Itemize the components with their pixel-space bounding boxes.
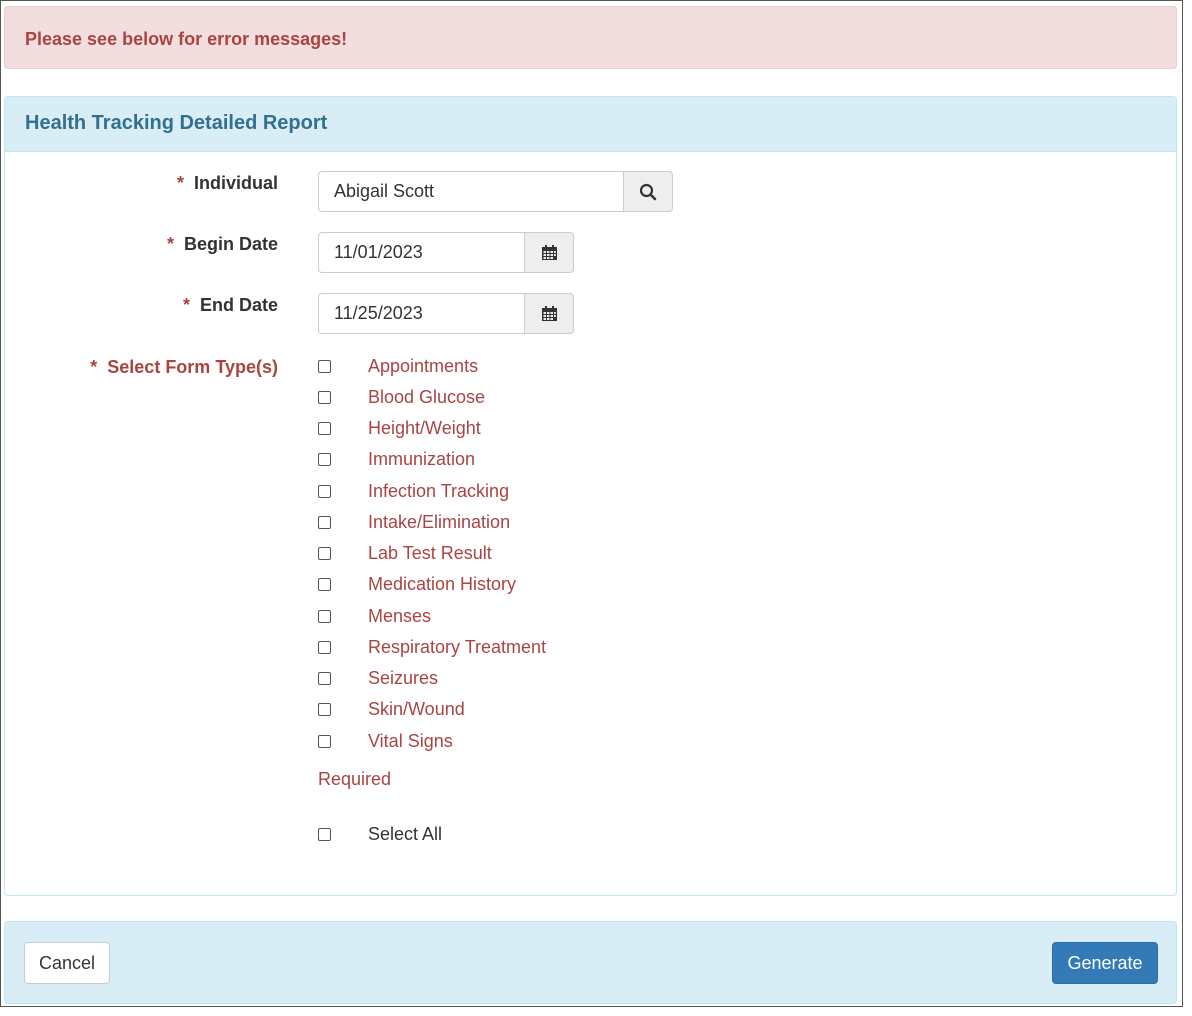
report-panel: Health Tracking Detailed Report * Individ… bbox=[4, 96, 1177, 896]
end-date-calendar-button[interactable] bbox=[525, 293, 574, 334]
form-type-label[interactable]: Appointments bbox=[368, 356, 478, 377]
end-date-input[interactable]: 11/25/2023 bbox=[318, 293, 525, 334]
form-type-label[interactable]: Skin/Wound bbox=[368, 699, 465, 720]
form-type-checkbox[interactable] bbox=[318, 360, 331, 373]
form-type-checkbox[interactable] bbox=[318, 578, 331, 591]
begin-date-input[interactable]: 11/01/2023 bbox=[318, 232, 525, 273]
form-type-checkbox[interactable] bbox=[318, 422, 331, 435]
end-date-label: * End Date bbox=[182, 295, 278, 315]
form-types-error: Required bbox=[318, 769, 392, 789]
individual-input-group: Abigail Scott bbox=[318, 171, 673, 212]
form-type-checkbox[interactable] bbox=[318, 703, 331, 716]
form-type-label[interactable]: Medication History bbox=[368, 574, 516, 595]
form-type-label[interactable]: Vital Signs bbox=[368, 731, 453, 752]
select-all-label[interactable]: Select All bbox=[368, 824, 442, 845]
begin-date-calendar-button[interactable] bbox=[525, 232, 574, 273]
generate-button[interactable]: Generate bbox=[1052, 942, 1158, 984]
form-type-label[interactable]: Intake/Elimination bbox=[368, 512, 510, 533]
form-type-checkbox[interactable] bbox=[318, 610, 331, 623]
begin-date-label: * Begin Date bbox=[166, 234, 278, 254]
form-type-checkbox[interactable] bbox=[318, 547, 331, 560]
form-type-label[interactable]: Height/Weight bbox=[368, 418, 481, 439]
panel-footer: Cancel Generate bbox=[4, 921, 1177, 1004]
individual-search-button[interactable] bbox=[624, 171, 673, 212]
individual-input[interactable]: Abigail Scott bbox=[318, 171, 624, 212]
form-type-label[interactable]: Seizures bbox=[368, 668, 438, 689]
select-all-checkbox[interactable] bbox=[318, 828, 331, 841]
form-type-checkbox[interactable] bbox=[318, 391, 331, 404]
form-type-checkbox[interactable] bbox=[318, 735, 331, 748]
form-type-label[interactable]: Lab Test Result bbox=[368, 543, 492, 564]
calendar-icon bbox=[541, 306, 557, 321]
form-type-label[interactable]: Menses bbox=[368, 606, 431, 627]
begin-date-input-group: 11/01/2023 bbox=[318, 232, 574, 273]
form-type-checkbox[interactable] bbox=[318, 641, 331, 654]
form-type-checkbox[interactable] bbox=[318, 485, 331, 498]
form-types-label: * Select Form Type(s) bbox=[90, 357, 278, 377]
page-title: Health Tracking Detailed Report bbox=[25, 112, 328, 134]
panel-heading: Health Tracking Detailed Report bbox=[5, 97, 1176, 152]
error-alert-message: Please see below for error messages! bbox=[25, 29, 348, 49]
cancel-button[interactable]: Cancel bbox=[24, 942, 110, 984]
end-date-input-group: 11/25/2023 bbox=[318, 293, 574, 334]
form-type-checkbox[interactable] bbox=[318, 453, 331, 466]
calendar-icon bbox=[541, 245, 557, 260]
form-type-label[interactable]: Respiratory Treatment bbox=[368, 637, 546, 658]
search-icon bbox=[639, 183, 657, 200]
required-marker: * bbox=[176, 173, 184, 193]
form-type-label[interactable]: Blood Glucose bbox=[368, 387, 485, 408]
required-marker: * bbox=[166, 234, 174, 254]
form-type-checkbox[interactable] bbox=[318, 516, 331, 529]
required-marker: * bbox=[182, 295, 190, 315]
individual-label: * Individual bbox=[176, 173, 278, 193]
form-type-checkbox[interactable] bbox=[318, 672, 331, 685]
required-marker: * bbox=[90, 357, 98, 377]
form-type-label[interactable]: Immunization bbox=[368, 449, 475, 470]
form-type-label[interactable]: Infection Tracking bbox=[368, 481, 509, 502]
error-alert: Please see below for error messages! bbox=[4, 6, 1177, 69]
